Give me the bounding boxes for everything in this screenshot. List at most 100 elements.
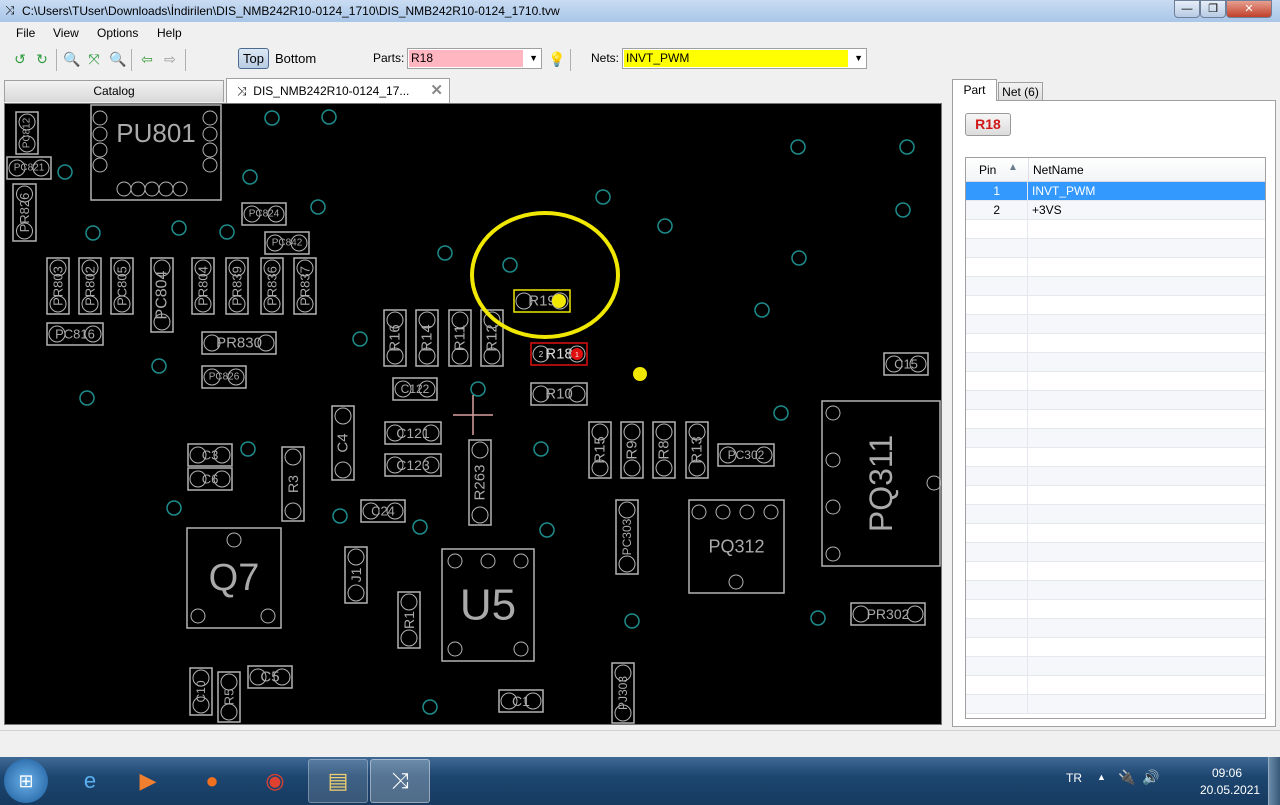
table-row[interactable] bbox=[966, 334, 1265, 353]
nets-combo[interactable]: INVT_PWM ▼ bbox=[622, 48, 867, 69]
restore-button[interactable]: ❐ bbox=[1200, 0, 1226, 18]
back-arrow-icon[interactable]: ⇦ bbox=[139, 51, 155, 67]
table-row[interactable] bbox=[966, 353, 1265, 372]
table-row[interactable] bbox=[966, 657, 1265, 676]
table-row[interactable] bbox=[966, 505, 1265, 524]
table-row[interactable] bbox=[966, 676, 1265, 695]
table-row[interactable]: 2 +3VS bbox=[966, 201, 1265, 220]
close-button[interactable]: ✕ bbox=[1226, 0, 1272, 18]
menu-view[interactable]: View bbox=[53, 26, 79, 40]
component-label: PQ312 bbox=[708, 537, 764, 557]
table-row[interactable] bbox=[966, 239, 1265, 258]
table-row[interactable] bbox=[966, 220, 1265, 239]
column-pin[interactable]: Pin bbox=[979, 163, 996, 177]
start-button[interactable]: ⊞ bbox=[4, 759, 48, 803]
via bbox=[624, 613, 640, 629]
zoom-out-icon[interactable]: 🔍 bbox=[63, 51, 80, 67]
pad bbox=[513, 553, 529, 569]
tab-net[interactable]: Net (6) bbox=[998, 82, 1043, 101]
volume-icon[interactable]: 🔊 bbox=[1142, 769, 1159, 786]
pcb-canvas[interactable]: PU801 PC812 PC821 PR826 PC824 PC842 PR803 PR802… bbox=[4, 103, 942, 725]
ie-icon[interactable]: e bbox=[60, 759, 120, 803]
chevron-down-icon[interactable]: ▼ bbox=[854, 53, 863, 63]
part-name-button[interactable]: R18 bbox=[965, 113, 1011, 136]
tab-part[interactable]: Part bbox=[952, 79, 997, 101]
component-label: PR830 bbox=[216, 335, 262, 352]
pad bbox=[739, 504, 755, 520]
pin-cell bbox=[966, 600, 1028, 619]
show-desktop-button[interactable] bbox=[1268, 757, 1280, 805]
power-icon[interactable]: 🔌 bbox=[1118, 769, 1135, 786]
net-pin-marker bbox=[633, 367, 647, 381]
fit-view-icon[interactable]: ⤧ bbox=[86, 51, 102, 67]
chrome-icon[interactable]: ◉ bbox=[245, 759, 305, 803]
table-row[interactable] bbox=[966, 695, 1265, 714]
table-row[interactable] bbox=[966, 638, 1265, 657]
close-tab-icon[interactable]: ✕ bbox=[430, 79, 443, 103]
bottom-layer-button[interactable]: Bottom bbox=[275, 51, 316, 66]
table-row[interactable] bbox=[966, 296, 1265, 315]
table-row[interactable] bbox=[966, 258, 1265, 277]
via bbox=[657, 218, 673, 234]
component-label: PR804 bbox=[196, 266, 211, 306]
table-row[interactable] bbox=[966, 562, 1265, 581]
column-netname[interactable]: NetName bbox=[1033, 163, 1084, 177]
language-indicator[interactable]: TR bbox=[1066, 771, 1082, 785]
component-label: C122 bbox=[401, 382, 430, 396]
table-row[interactable] bbox=[966, 543, 1265, 562]
firefox-icon[interactable]: ● bbox=[182, 759, 242, 803]
pin-cell bbox=[966, 277, 1028, 296]
pcb-board[interactable]: PU801 PC812 PC821 PR826 PC824 PC842 PR803 PR802… bbox=[5, 104, 942, 725]
menu-help[interactable]: Help bbox=[157, 26, 182, 40]
rotate-left-icon[interactable]: ↺ bbox=[12, 51, 28, 67]
table-row[interactable] bbox=[966, 600, 1265, 619]
pin-cell bbox=[966, 638, 1028, 657]
pin-cell bbox=[966, 220, 1028, 239]
pin-cell bbox=[966, 391, 1028, 410]
pad bbox=[284, 502, 302, 520]
table-row[interactable] bbox=[966, 372, 1265, 391]
pad bbox=[728, 574, 744, 590]
tab-net-label: Net (6) bbox=[1002, 85, 1039, 99]
boardviewer-task-icon[interactable]: ⤨ bbox=[370, 759, 430, 803]
top-layer-button[interactable]: Top bbox=[238, 48, 269, 69]
table-row[interactable] bbox=[966, 391, 1265, 410]
table-row[interactable] bbox=[966, 277, 1265, 296]
menu-file[interactable]: File bbox=[16, 26, 35, 40]
chevron-down-icon[interactable]: ▼ bbox=[529, 53, 538, 63]
media-player-icon[interactable]: ▶ bbox=[118, 759, 178, 803]
zoom-in-icon[interactable]: 🔍 bbox=[109, 51, 126, 67]
parts-combo[interactable]: R18 ▼ bbox=[407, 48, 542, 69]
tray-expand-icon[interactable]: ▲ bbox=[1097, 772, 1106, 782]
table-row[interactable]: 1 INVT_PWM bbox=[966, 182, 1265, 201]
pad bbox=[618, 555, 636, 573]
table-row[interactable] bbox=[966, 448, 1265, 467]
tab-catalog[interactable]: Catalog bbox=[4, 80, 224, 102]
lightbulb-icon[interactable]: 💡 bbox=[548, 51, 565, 67]
board-icon: ⤨ bbox=[237, 84, 247, 98]
menu-options[interactable]: Options bbox=[97, 26, 138, 40]
pad bbox=[260, 608, 276, 624]
clock-date[interactable]: 20.05.2021 bbox=[1200, 783, 1260, 797]
table-row[interactable] bbox=[966, 524, 1265, 543]
table-row[interactable] bbox=[966, 429, 1265, 448]
table-row[interactable] bbox=[966, 581, 1265, 600]
minimize-button[interactable]: — bbox=[1174, 0, 1200, 18]
clock-time[interactable]: 09:06 bbox=[1212, 766, 1242, 780]
pad bbox=[623, 459, 641, 477]
pad bbox=[334, 461, 352, 479]
table-row[interactable] bbox=[966, 486, 1265, 505]
forward-arrow-icon[interactable]: ⇨ bbox=[162, 51, 178, 67]
parts-value[interactable]: R18 bbox=[409, 50, 523, 67]
menu-bar: File View Options Help bbox=[0, 22, 1280, 44]
component-label: R9 bbox=[624, 440, 641, 459]
table-row[interactable] bbox=[966, 410, 1265, 429]
table-row[interactable] bbox=[966, 467, 1265, 486]
rotate-right-icon[interactable]: ↻ bbox=[34, 51, 50, 67]
explorer-icon[interactable]: ▤ bbox=[308, 759, 368, 803]
tab-document[interactable]: ⤨ DIS_NMB242R10-0124_17... ✕ bbox=[226, 78, 450, 103]
nets-value[interactable]: INVT_PWM bbox=[624, 50, 848, 67]
table-row[interactable] bbox=[966, 315, 1265, 334]
pin-cell: 1 bbox=[966, 182, 1028, 201]
table-row[interactable] bbox=[966, 619, 1265, 638]
